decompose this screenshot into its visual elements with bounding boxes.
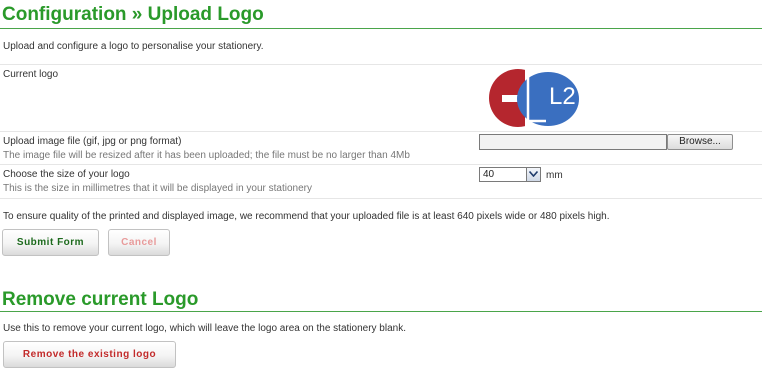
current-logo-image: L2 xyxy=(486,69,582,131)
upload-logo-heading: Configuration » Upload Logo xyxy=(2,4,264,25)
browse-button[interactable]: Browse... xyxy=(667,134,733,150)
row-divider xyxy=(0,164,762,165)
heading-rule xyxy=(0,311,762,312)
remove-logo-button[interactable]: Remove the existing logo xyxy=(3,341,176,368)
quality-note: To ensure quality of the printed and dis… xyxy=(3,211,610,222)
file-path-field[interactable] xyxy=(479,134,667,150)
logo-size-select[interactable]: 40 xyxy=(479,167,541,182)
upload-file-hint: The image file will be resized after it … xyxy=(3,150,410,161)
current-logo-label: Current logo xyxy=(3,69,59,80)
logo-size-label: Choose the size of your logo xyxy=(3,169,130,180)
remove-logo-heading: Remove current Logo xyxy=(2,289,199,310)
row-divider xyxy=(0,131,762,132)
heading-rule xyxy=(0,28,762,29)
upload-file-label: Upload image file (gif, jpg or png forma… xyxy=(3,136,182,147)
cancel-button[interactable]: Cancel xyxy=(108,229,170,256)
upload-intro-text: Upload and configure a logo to personali… xyxy=(3,41,264,52)
chevron-down-icon[interactable] xyxy=(526,168,540,181)
logo-size-value: 40 xyxy=(483,169,495,180)
logo-size-hint: This is the size in millimetres that it … xyxy=(3,183,313,194)
upload-file-control[interactable]: Browse... xyxy=(479,134,735,150)
row-divider xyxy=(0,198,762,199)
logo-lettering: L2 xyxy=(549,83,576,110)
remove-logo-description: Use this to remove your current logo, wh… xyxy=(3,323,406,334)
row-divider xyxy=(0,64,762,65)
submit-form-button[interactable]: Submit Form xyxy=(2,229,99,256)
logo-size-unit: mm xyxy=(546,170,563,181)
